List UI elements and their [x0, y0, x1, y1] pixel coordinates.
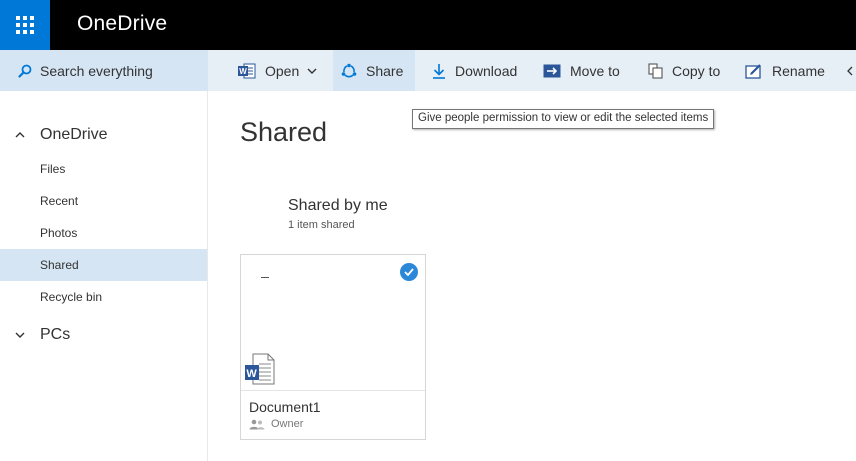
- more-overflow-button[interactable]: [842, 50, 856, 91]
- chevron-down-icon: [307, 68, 317, 74]
- chevron-up-icon: [0, 132, 40, 138]
- sidebar-item-label: Photos: [40, 226, 78, 240]
- file-name: Document1: [249, 399, 321, 415]
- open-button[interactable]: W Open: [230, 50, 325, 91]
- sidebar-item-recent[interactable]: Recent: [0, 185, 207, 217]
- sidebar-item-label: Shared: [40, 258, 79, 272]
- word-icon: W: [238, 63, 256, 79]
- sidebar-onedrive-header[interactable]: OneDrive: [0, 123, 108, 147]
- sidebar-item-files[interactable]: Files: [0, 153, 207, 185]
- search-icon: [18, 64, 32, 78]
- sidebar-item-photos[interactable]: Photos: [0, 217, 207, 249]
- download-label: Download: [455, 62, 518, 79]
- command-bar: Search everything W Open Share Download …: [0, 50, 856, 91]
- copy-to-label: Copy to: [672, 62, 721, 79]
- chevron-down-icon: [0, 332, 40, 338]
- app-launcher-button[interactable]: [0, 0, 50, 50]
- group-title: Shared by me: [288, 197, 388, 214]
- sidebar-item-recycle-bin[interactable]: Recycle bin: [0, 281, 207, 313]
- word-document-icon: W: [245, 353, 275, 390]
- download-button[interactable]: Download: [424, 50, 525, 91]
- page-title: Shared: [240, 117, 328, 147]
- sidebar-item-label: Files: [40, 162, 66, 176]
- thumbnail-text: [261, 277, 269, 278]
- app-title[interactable]: OneDrive: [77, 12, 167, 36]
- share-button[interactable]: Share: [333, 50, 415, 91]
- sidebar-item-label: Recycle bin: [40, 290, 103, 304]
- move-icon: [543, 64, 561, 78]
- rename-icon: [745, 63, 763, 79]
- open-label: Open: [265, 62, 300, 79]
- svg-text:W: W: [239, 67, 247, 76]
- svg-text:W: W: [246, 368, 257, 380]
- people-icon: [249, 419, 265, 429]
- sidebar-item-label: Recent: [40, 194, 79, 208]
- sidebar-pcs-header[interactable]: PCs: [0, 323, 70, 347]
- sidebar-onedrive-label: OneDrive: [40, 126, 108, 143]
- sidebar-item-shared[interactable]: Shared: [0, 249, 207, 281]
- copy-to-button[interactable]: Copy to: [640, 50, 728, 91]
- search-box[interactable]: Search everything: [0, 50, 208, 91]
- share-icon: [341, 63, 357, 79]
- file-owner-label: Owner: [271, 418, 304, 430]
- move-to-label: Move to: [570, 62, 620, 79]
- sidebar: OneDrive Files Recent Photos Shared Recy…: [0, 91, 208, 461]
- search-placeholder: Search everything: [40, 62, 153, 79]
- group-subtitle: 1 item shared: [288, 219, 355, 231]
- rename-label: Rename: [772, 62, 825, 79]
- top-bar: OneDrive: [0, 0, 856, 50]
- chevron-left-icon: [846, 63, 854, 79]
- share-label: Share: [366, 62, 404, 79]
- move-to-button[interactable]: Move to: [535, 50, 628, 91]
- copy-icon: [648, 62, 663, 79]
- sidebar-pcs-label: PCs: [40, 326, 71, 343]
- app-launcher-icon: [16, 16, 34, 34]
- rename-button[interactable]: Rename: [737, 50, 833, 91]
- file-tile[interactable]: W Document1 Owner: [240, 254, 426, 440]
- file-thumbnail: W: [241, 255, 425, 391]
- main-content: Shared Shared by me 1 item shared W Docu…: [208, 91, 856, 461]
- selected-check-icon[interactable]: [400, 263, 418, 281]
- file-owner: Owner: [249, 418, 303, 430]
- download-icon: [432, 63, 446, 79]
